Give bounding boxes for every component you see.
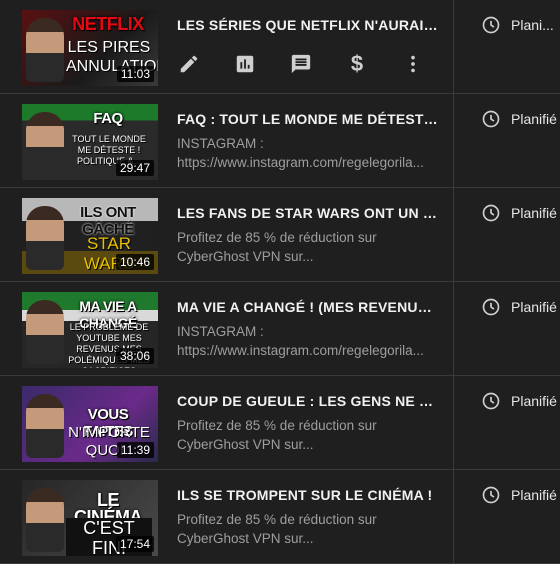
thumbnail-banner-text: NETFLIX: [72, 14, 144, 34]
visibility-status[interactable]: Planifié: [481, 109, 557, 129]
thumbnail-face: [26, 394, 64, 458]
visibility-label: Planifié: [511, 487, 557, 503]
video-title[interactable]: FAQ : TOUT LE MONDE ME DÉTESTE ...: [177, 111, 439, 127]
video-duration: 11:39: [116, 442, 154, 458]
video-title[interactable]: COUP DE GUEULE : LES GENS NE SAV...: [177, 393, 439, 409]
thumbnail-banner-text: FAQ: [93, 110, 123, 127]
description-line: Profitez de 85 % de réduction sur: [177, 230, 377, 245]
video-description: INSTAGRAM : https://www.instagram.com/re…: [177, 322, 439, 360]
visibility-status[interactable]: Planifié: [481, 297, 557, 317]
monetization-icon[interactable]: $: [345, 51, 369, 76]
visibility-label: Planifié: [511, 111, 557, 127]
clock-icon: [482, 110, 500, 128]
video-row[interactable]: LE CINÉMA C'EST FINI 17:54 ILS SE TROMPE…: [0, 470, 560, 564]
visibility-status[interactable]: Planifié: [481, 485, 557, 505]
video-duration: 38:06: [115, 348, 154, 364]
video-row[interactable]: VOUS FAITES N'IMPORTE QUOI ! 11:39 COUP …: [0, 376, 560, 470]
more-options-icon[interactable]: [401, 52, 425, 76]
edit-icon[interactable]: [177, 52, 201, 76]
column-divider: [453, 282, 454, 376]
video-title[interactable]: LES SÉRIES QUE NETFLIX N'AURAIT J...: [177, 17, 439, 33]
video-duration: 17:54: [115, 536, 154, 552]
comments-icon[interactable]: [289, 52, 313, 76]
clock-icon: [482, 16, 500, 34]
video-description: INSTAGRAM : https://www.instagram.com/re…: [177, 134, 439, 172]
visibility-label: Planifié: [511, 205, 557, 221]
video-description: Profitez de 85 % de réduction sur CyberG…: [177, 228, 439, 266]
description-line: INSTAGRAM :: [177, 136, 264, 151]
video-row[interactable]: ILS ONT GÂCHÉ STAR WARS 10:46 LES FANS D…: [0, 188, 560, 282]
thumbnail-face: [26, 206, 64, 270]
video-row[interactable]: NETFLIX LES PIRES ANNULATIONS 11:03 LES …: [0, 0, 560, 94]
video-list: NETFLIX LES PIRES ANNULATIONS 11:03 LES …: [0, 0, 560, 564]
description-line: CyberGhost VPN sur...: [177, 531, 314, 546]
visibility-status[interactable]: Planifié: [481, 391, 557, 411]
video-title[interactable]: ILS SE TROMPENT SUR LE CINÉMA !: [177, 487, 439, 503]
video-description: Profitez de 85 % de réduction sur CyberG…: [177, 416, 439, 454]
column-divider: [453, 376, 454, 470]
visibility-label: Planifié: [511, 393, 557, 409]
column-divider: [453, 0, 454, 94]
thumbnail-face: [26, 488, 64, 552]
description-line: Profitez de 85 % de réduction sur: [177, 512, 377, 527]
description-line: INSTAGRAM :: [177, 324, 264, 339]
video-row[interactable]: FAQ TOUT LE MONDE ME DÉTESTE ! POLITIQUE…: [0, 94, 560, 188]
thumbnail-face: [26, 300, 64, 364]
thumbnail-face: [26, 18, 64, 82]
video-description: Profitez de 85 % de réduction sur CyberG…: [177, 510, 439, 548]
video-thumbnail[interactable]: LE CINÉMA C'EST FINI 17:54: [22, 480, 158, 556]
video-thumbnail[interactable]: VOUS FAITES N'IMPORTE QUOI ! 11:39: [22, 386, 158, 462]
visibility-label: Plani...: [511, 17, 554, 33]
thumbnail-banner-text: ILS ONT GÂCHÉ: [80, 204, 136, 238]
visibility-label: Planifié: [511, 299, 557, 315]
video-title[interactable]: MA VIE A CHANGÉ ! (MES REVENUS, ...: [177, 299, 439, 315]
clock-icon: [482, 486, 500, 504]
column-divider: [453, 470, 454, 564]
video-thumbnail[interactable]: ILS ONT GÂCHÉ STAR WARS 10:46: [22, 198, 158, 274]
video-duration: 11:03: [116, 66, 154, 82]
column-divider: [453, 188, 454, 282]
description-line: Profitez de 85 % de réduction sur: [177, 418, 377, 433]
clock-icon: [482, 298, 500, 316]
analytics-icon[interactable]: [233, 52, 257, 76]
description-line: https://www.instagram.com/regelegorila..…: [177, 343, 424, 358]
visibility-status[interactable]: Plani...: [481, 15, 554, 35]
row-actions: $: [177, 51, 457, 76]
video-thumbnail[interactable]: NETFLIX LES PIRES ANNULATIONS 11:03: [22, 10, 158, 86]
column-divider: [453, 94, 454, 188]
video-duration: 29:47: [115, 160, 154, 176]
video-duration: 10:46: [115, 254, 154, 270]
thumbnail-face: [26, 112, 64, 176]
visibility-status[interactable]: Planifié: [481, 203, 557, 223]
clock-icon: [482, 392, 500, 410]
video-thumbnail[interactable]: FAQ TOUT LE MONDE ME DÉTESTE ! POLITIQUE…: [22, 104, 158, 180]
description-line: CyberGhost VPN sur...: [177, 437, 314, 452]
description-line: CyberGhost VPN sur...: [177, 249, 314, 264]
video-row[interactable]: MA VIE A CHANGÉ LE PROBLÈME DE YOUTUBE M…: [0, 282, 560, 376]
video-title[interactable]: LES FANS DE STAR WARS ONT UN PR...: [177, 205, 439, 221]
description-line: https://www.instagram.com/regelegorila..…: [177, 155, 424, 170]
video-thumbnail[interactable]: MA VIE A CHANGÉ LE PROBLÈME DE YOUTUBE M…: [22, 292, 158, 368]
clock-icon: [482, 204, 500, 222]
